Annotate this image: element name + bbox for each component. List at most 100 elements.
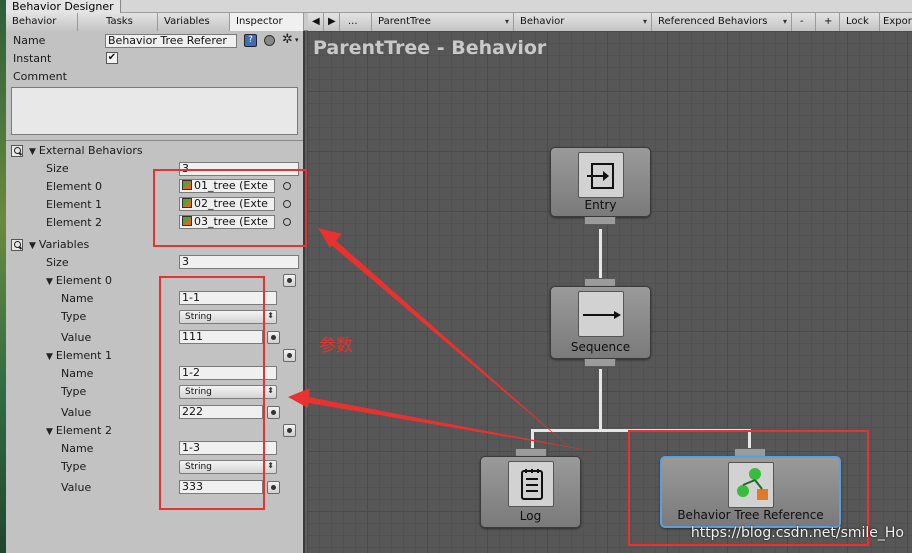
sequence-output-connector[interactable] <box>584 359 616 367</box>
external-element-field[interactable]: 02_tree (Exte <box>179 197 275 211</box>
variable-type-label: Type <box>61 310 87 323</box>
sequence-node[interactable]: Sequence <box>550 286 651 359</box>
triangle-down-icon: ▼ <box>46 277 53 287</box>
sequence-input-connector[interactable] <box>584 278 616 286</box>
chevron-down-icon: ▾ <box>642 17 647 26</box>
annotation-text: 参数 <box>319 336 353 356</box>
behavior-select-value: Behavior <box>520 16 565 27</box>
variable-value-field[interactable]: 222 <box>179 405 263 419</box>
external-behaviors-foldout[interactable]: ▼ External Behaviors <box>29 144 143 157</box>
toolbar: Behavior Tasks Variables Inspector ◀ ▶ .… <box>6 13 912 31</box>
log-input-connector[interactable] <box>515 448 547 456</box>
nav-back-button[interactable]: ◀ <box>308 13 324 31</box>
element-options-button[interactable] <box>283 349 296 362</box>
search-icon[interactable] <box>11 239 23 251</box>
element-options-button[interactable] <box>283 274 296 287</box>
log-node[interactable]: Log <box>480 456 581 528</box>
add-button[interactable]: + <box>816 13 840 31</box>
object-picker-icon[interactable] <box>283 200 291 208</box>
tab-variables[interactable]: Variables <box>158 13 230 31</box>
chevron-down-icon: ▾ <box>504 17 509 26</box>
value-options-button[interactable] <box>267 406 280 419</box>
variable-element-label: Element 1 <box>55 349 112 362</box>
reference-node-label: Behavior Tree Reference <box>677 508 824 522</box>
tree-select-value: ParentTree <box>378 16 431 27</box>
nav-forward-button[interactable]: ▶ <box>324 13 340 31</box>
external-element-field[interactable]: 03_tree (Exte <box>179 215 275 229</box>
connection-line <box>531 429 534 449</box>
value-options-button[interactable] <box>267 481 280 494</box>
tab-behavior[interactable]: Behavior <box>6 13 78 31</box>
tab-tasks[interactable]: Tasks <box>78 13 158 31</box>
referenced-select-value: Referenced Behaviors <box>658 16 768 27</box>
external-element-label: Element 0 <box>46 180 103 193</box>
external-size-field[interactable]: 3 <box>179 162 299 176</box>
variable-value-field[interactable]: 333 <box>179 480 263 494</box>
variable-element-label: Element 0 <box>55 274 112 287</box>
help-icon[interactable]: ? <box>244 34 257 47</box>
behavior-select[interactable]: Behavior ▾ <box>514 13 652 31</box>
variables-size-field[interactable]: 3 <box>179 255 299 269</box>
variables-size-label: Size <box>46 256 69 269</box>
sequence-icon <box>577 291 624 337</box>
variable-element-foldout[interactable]: ▼ Element 0 <box>46 274 112 287</box>
tree-select[interactable]: ParentTree ▾ <box>372 13 514 31</box>
chevron-down-icon: ▾ <box>782 17 787 26</box>
tab-inspector[interactable]: Inspector <box>230 13 304 31</box>
variable-type-select[interactable]: String ⬍ <box>179 460 277 474</box>
variable-element-foldout[interactable]: ▼ Element 1 <box>46 349 112 362</box>
reference-input-connector[interactable] <box>734 448 766 456</box>
variable-name-field[interactable]: 1-1 <box>179 291 277 305</box>
triangle-down-icon: ▼ <box>46 352 53 362</box>
log-node-label: Log <box>519 509 542 523</box>
entry-node-label: Entry <box>584 198 617 212</box>
variable-name-field[interactable]: 1-2 <box>179 366 277 380</box>
enter-arrow-icon <box>586 163 614 189</box>
remove-button[interactable]: - <box>792 13 816 31</box>
object-picker-icon[interactable] <box>283 182 291 190</box>
log-icon <box>507 461 554 507</box>
object-picker-icon[interactable] <box>283 218 291 226</box>
inspector-panel: Name Behavior Tree Referer ? ✲ ▾ Instant… <box>6 31 305 553</box>
more-button[interactable]: ... <box>340 13 372 31</box>
variables-label: Variables <box>38 238 90 251</box>
external-element-value: 01_tree (Exte <box>194 179 268 192</box>
title-bar: Behavior Designer <box>6 0 912 13</box>
variable-value-label: Value <box>61 481 92 494</box>
variable-name-field[interactable]: 1-3 <box>179 441 277 455</box>
external-size-label: Size <box>46 162 69 175</box>
updown-icon: ⬍ <box>267 311 274 320</box>
reference-icon <box>727 462 774 508</box>
task-name-field[interactable]: Behavior Tree Referer <box>105 34 237 48</box>
name-label: Name <box>13 34 46 47</box>
watch-icon[interactable] <box>264 35 275 46</box>
graph-canvas[interactable]: ParentTree - Behavior Entry Sequence Log… <box>307 31 912 553</box>
behavior-tree-reference-node[interactable]: Behavior Tree Reference <box>660 456 841 528</box>
variable-value-field[interactable]: 111 <box>179 330 263 344</box>
variable-type-select[interactable]: String ⬍ <box>179 310 277 324</box>
export-button[interactable]: Expor <box>880 13 912 31</box>
comment-label: Comment <box>13 70 67 83</box>
variable-element-foldout[interactable]: ▼ Element 2 <box>46 424 112 437</box>
canvas-title: ParentTree - Behavior <box>313 37 547 59</box>
variable-name-label: Name <box>61 292 94 305</box>
dropdown-mini-icon[interactable]: ▾ <box>295 36 299 44</box>
external-element-field[interactable]: 01_tree (Exte <box>179 179 275 193</box>
value-options-button[interactable] <box>267 331 280 344</box>
behavior-asset-icon <box>182 198 192 208</box>
entry-node[interactable]: Entry <box>550 147 651 217</box>
lock-button[interactable]: Lock <box>840 13 880 31</box>
instant-checkbox[interactable]: ✔ <box>106 52 118 64</box>
triangle-down-icon: ▼ <box>29 241 36 251</box>
entry-output-connector[interactable] <box>584 217 616 225</box>
comment-textarea[interactable] <box>11 87 298 135</box>
search-icon[interactable] <box>11 145 23 157</box>
variables-foldout[interactable]: ▼ Variables <box>29 238 89 251</box>
variable-name-label: Name <box>61 367 94 380</box>
referenced-behaviors-select[interactable]: Referenced Behaviors ▾ <box>652 13 792 31</box>
element-options-button[interactable] <box>283 424 296 437</box>
window-title[interactable]: Behavior Designer <box>6 0 121 13</box>
behavior-asset-icon <box>182 216 192 226</box>
variable-type-select[interactable]: String ⬍ <box>179 385 277 399</box>
gear-icon[interactable]: ✲ <box>282 32 293 47</box>
